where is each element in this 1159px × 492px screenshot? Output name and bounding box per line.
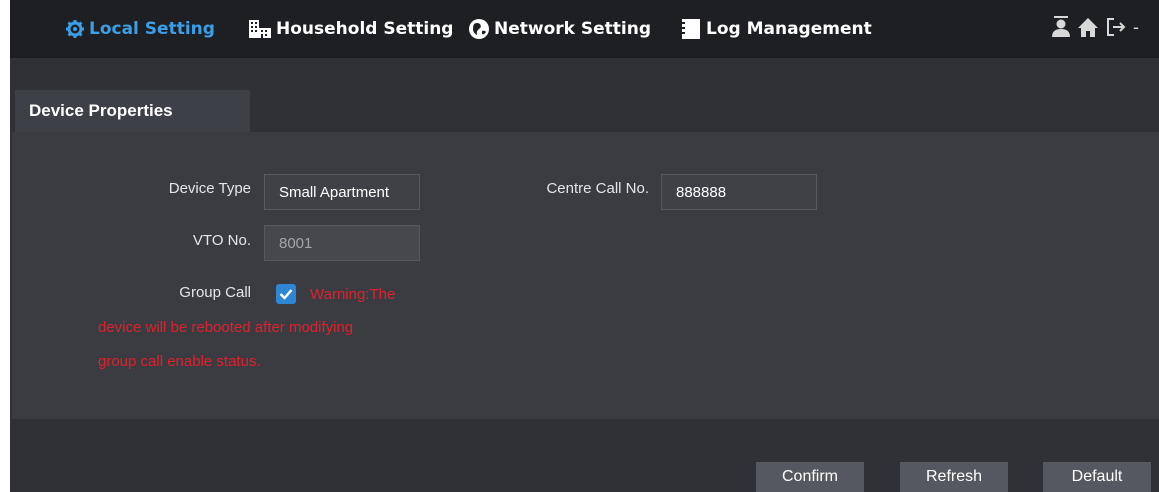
logout-icon[interactable] (1105, 16, 1127, 38)
warning-line-3: group call enable status. (98, 353, 261, 370)
top-right-icons: - (1051, 16, 1139, 38)
home-icon[interactable] (1077, 16, 1099, 38)
device-properties-panel: Device Type Small Apartment Centre Call … (12, 132, 1159, 419)
device-type-label: Device Type (168, 180, 251, 197)
top-right-dash: - (1133, 16, 1139, 37)
group-call-label: Group Call (179, 284, 251, 301)
nav-household-setting-label: Household Setting (276, 19, 454, 39)
tab-strip: Device Properties (10, 58, 1159, 132)
warning-line-1: Warning:The (310, 286, 396, 303)
tab-device-properties[interactable]: Device Properties (15, 90, 250, 132)
default-button[interactable]: Default (1043, 462, 1151, 492)
nav-log-management-label: Log Management (706, 19, 872, 39)
vto-no-value: 8001 (279, 234, 313, 252)
nav-local-setting[interactable]: Local Setting (65, 14, 215, 44)
device-type-value: Small Apartment (279, 183, 390, 201)
log-icon (682, 19, 700, 39)
top-nav-bar: Local Setting Household Setting Network … (10, 0, 1159, 58)
device-type-select[interactable]: Small Apartment (264, 174, 420, 210)
user-icon[interactable] (1051, 16, 1071, 38)
globe-icon (469, 19, 489, 39)
centre-call-field[interactable] (676, 183, 816, 201)
nav-network-setting[interactable]: Network Setting (468, 14, 651, 44)
vto-no-input: 8001 (264, 225, 420, 261)
gear-icon (66, 20, 84, 38)
refresh-button[interactable]: Refresh (900, 462, 1008, 492)
confirm-button[interactable]: Confirm (756, 462, 864, 492)
checkmark-icon (279, 289, 293, 300)
centre-call-input[interactable] (661, 174, 817, 210)
centre-call-label: Centre Call No. (546, 180, 649, 197)
nav-network-setting-label: Network Setting (494, 19, 652, 39)
nav-local-setting-label: Local Setting (89, 19, 215, 39)
nav-household-setting[interactable]: Household Setting (248, 14, 453, 44)
building-icon (249, 20, 271, 38)
warning-line-2: device will be rebooted after modifying (98, 319, 354, 336)
app-root: Local Setting Household Setting Network … (10, 0, 1159, 492)
vto-no-label: VTO No. (192, 232, 251, 249)
nav-log-management[interactable]: Log Management (680, 14, 872, 44)
group-call-checkbox[interactable] (276, 284, 296, 304)
